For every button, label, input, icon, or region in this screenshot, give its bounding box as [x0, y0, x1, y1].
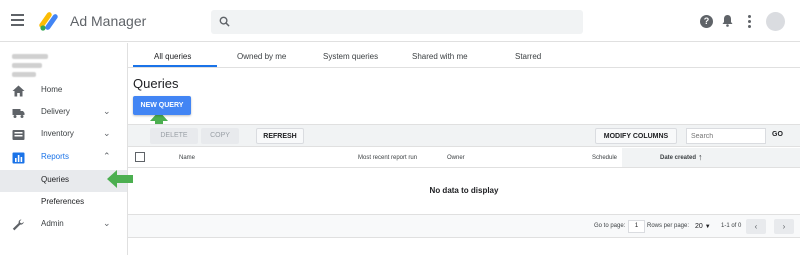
sidebar-item-label: Delivery [41, 107, 70, 116]
new-query-button[interactable]: NEW QUERY [133, 96, 191, 115]
sidebar-item-label: Inventory [41, 129, 74, 138]
chevron-right-icon: › [782, 222, 786, 231]
table-header: Name Most recent report run Owner Schedu… [128, 148, 800, 168]
active-tab-indicator [133, 65, 217, 67]
table-search-input[interactable] [686, 128, 766, 144]
sort-ascending-arrow-icon[interactable]: ↑ [698, 152, 703, 162]
truck-icon [12, 109, 25, 118]
sidebar-item-label: Queries [41, 175, 70, 184]
pagination-bar: Go to page: 1 Rows per page: 20 ▼ 1-1 of… [128, 214, 800, 238]
sidebar-item-label: Reports [41, 152, 70, 161]
chevron-left-icon: ‹ [754, 222, 758, 231]
chevron-down-icon[interactable]: ⌄ [103, 106, 111, 117]
sidebar-item-reports[interactable]: Reports ⌃ [0, 147, 127, 169]
column-header-owner[interactable]: Owner [447, 155, 465, 161]
table-toolbar: ↥ DELETE COPY REFRESH MODIFY COLUMNS GO [128, 124, 800, 147]
sidebar-nav: Home Delivery ⌄ Inventory ⌄ Reports ⌃ Qu… [0, 43, 128, 255]
page-range-text: 1-1 of 0 [721, 223, 742, 229]
sidebar-item-label: Home [41, 85, 63, 94]
modify-columns-button[interactable]: MODIFY COLUMNS [595, 128, 677, 144]
delete-button[interactable]: DELETE [150, 128, 198, 144]
chevron-down-icon[interactable]: ⌄ [103, 218, 111, 229]
tab-owned-by-me[interactable]: Owned by me [237, 52, 286, 61]
tab-system-queries[interactable]: System queries [323, 52, 378, 61]
dropdown-caret-icon: ▼ [704, 224, 711, 230]
chevron-down-icon[interactable]: ⌄ [103, 128, 111, 139]
hamburger-menu-icon[interactable] [11, 14, 24, 26]
more-vert-icon[interactable] [748, 15, 752, 30]
column-header-most-recent-run[interactable]: Most recent report run [358, 155, 417, 161]
column-header-name[interactable]: Name [179, 155, 195, 161]
app-title: Ad Manager [70, 13, 147, 29]
column-header-schedule[interactable]: Schedule [592, 155, 617, 161]
next-page-button[interactable]: › [774, 219, 794, 234]
ad-manager-logo [39, 12, 58, 31]
bar-chart-icon [12, 152, 25, 164]
help-icon[interactable]: ? [700, 15, 713, 28]
page-number-input[interactable]: 1 [628, 220, 645, 233]
global-search-bar[interactable] [211, 10, 583, 34]
copy-button[interactable]: COPY [201, 128, 239, 144]
tab-starred[interactable]: Starred [515, 52, 541, 61]
sidebar-item-label: Preferences [41, 197, 85, 206]
rows-per-page-value: 20 [695, 223, 703, 230]
wrench-icon [12, 219, 24, 231]
top-app-bar: Ad Manager ? [0, 0, 800, 42]
empty-table-message: No data to display [429, 186, 499, 195]
tab-shared-with-me[interactable]: Shared with me [412, 52, 468, 61]
chevron-up-icon[interactable]: ⌃ [103, 151, 111, 162]
account-info-redacted [12, 54, 48, 81]
select-all-checkbox[interactable] [135, 152, 145, 162]
refresh-button[interactable]: REFRESH [256, 128, 304, 144]
inventory-icon [12, 130, 25, 140]
sidebar-item-admin[interactable]: Admin ⌄ [0, 214, 127, 236]
page-title: Queries [133, 76, 179, 91]
sidebar-item-label: Admin [41, 219, 64, 228]
notifications-bell-icon[interactable] [722, 14, 733, 27]
sidebar-item-inventory[interactable]: Inventory ⌄ [0, 124, 127, 146]
previous-page-button[interactable]: ‹ [746, 219, 766, 234]
sidebar-item-preferences[interactable]: Preferences [0, 192, 127, 214]
search-icon [219, 16, 230, 27]
home-icon [12, 85, 25, 97]
sidebar-item-home[interactable]: Home [0, 80, 127, 102]
go-button[interactable]: GO [772, 131, 783, 138]
query-tabs: All queries Owned by me System queries S… [128, 43, 800, 68]
user-avatar[interactable] [766, 12, 785, 31]
column-header-date-created[interactable]: Date created [660, 155, 696, 161]
sidebar-item-delivery[interactable]: Delivery ⌄ [0, 102, 127, 124]
go-to-page-label: Go to page: [594, 223, 626, 229]
tab-all-queries[interactable]: All queries [154, 52, 191, 61]
sorted-column-highlight [622, 148, 800, 167]
rows-per-page-label: Rows per page: [647, 223, 690, 229]
rows-per-page-select[interactable]: 20 ▼ [695, 220, 719, 233]
